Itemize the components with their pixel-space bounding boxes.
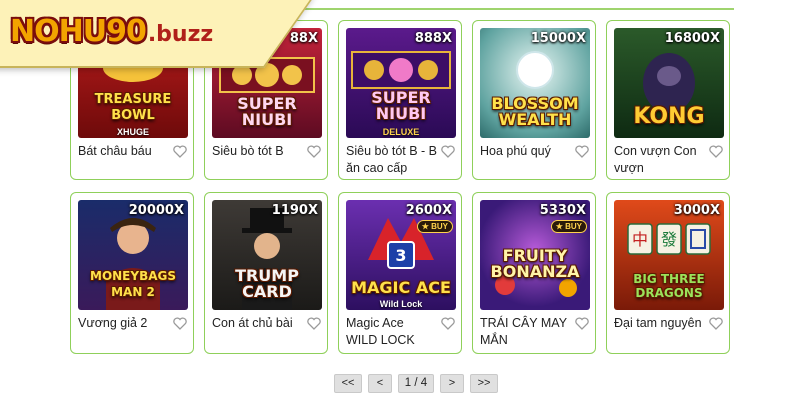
thumb-sub: Wild Lock <box>379 299 423 309</box>
game-card-magic-ace[interactable]: 3 2600X ★ BUY MAGIC ACE Wild Lock Magic … <box>338 192 462 354</box>
game-name[interactable]: Con át chủ bài <box>212 315 304 332</box>
heart-icon[interactable] <box>441 145 455 158</box>
multiplier-badge: 888X <box>414 31 452 46</box>
multiplier-badge: 5330X <box>539 203 586 218</box>
thumb-title: MAGIC ACE <box>351 278 451 297</box>
multiplier-badge: 1190X <box>271 203 318 218</box>
game-card-trump-card[interactable]: 1190X TRUMP CARD Con át chủ bài <box>204 192 328 354</box>
game-thumbnail[interactable]: 5330X ★ BUY FRUITY BONANZA <box>480 200 590 310</box>
first-page-button[interactable]: << <box>334 374 362 393</box>
thumb-sub: DELUXE <box>382 127 420 137</box>
heart-icon[interactable] <box>307 145 321 158</box>
site-logo[interactable]: NOHU90.buzz <box>10 14 213 49</box>
buy-badge: ★ BUY <box>550 220 587 233</box>
game-thumbnail[interactable]: 1190X TRUMP CARD <box>212 200 322 310</box>
logo-suffix-text: .buzz <box>147 22 214 47</box>
heart-icon[interactable] <box>709 145 723 158</box>
game-thumbnail[interactable]: 3 2600X ★ BUY MAGIC ACE Wild Lock <box>346 200 456 310</box>
game-thumbnail[interactable]: 20000X MONEYBAGS MAN 2 <box>78 200 188 310</box>
game-name[interactable]: Siêu bò tót B <box>212 143 304 160</box>
thumb-title: BIG THREE DRAGONS <box>633 272 705 300</box>
svg-text:中: 中 <box>632 230 648 249</box>
game-thumbnail[interactable]: 16800X KONG <box>614 28 724 138</box>
next-page-button[interactable]: > <box>440 374 464 393</box>
page-indicator: 1 / 4 <box>398 374 434 393</box>
game-thumbnail[interactable]: 中 發 3000X BIG THREE DRAGONS <box>614 200 724 310</box>
game-name[interactable]: Magic Ace WILD LOCK <box>346 315 438 349</box>
game-card-big-three-dragons[interactable]: 中 發 3000X BIG THREE DRAGONS Đại tam nguy… <box>606 192 730 354</box>
thumb-title: TREASURE BOWL <box>94 92 172 123</box>
multiplier-badge: 16800X <box>664 31 720 46</box>
svg-text:3: 3 <box>395 246 406 265</box>
game-card-fruity-bonanza[interactable]: 5330X ★ BUY FRUITY BONANZA TRÁI CÂY MAY … <box>472 192 596 354</box>
game-name[interactable]: TRÁI CÂY MAY MẮN <box>480 315 572 349</box>
game-card-moneybags-man[interactable]: 20000X MONEYBAGS MAN 2 Vương giả 2 <box>70 192 194 354</box>
game-card-blossom-wealth[interactable]: 15000X BLOSSOM WEALTH Hoa phú quý <box>472 20 596 180</box>
prev-page-button[interactable]: < <box>368 374 392 393</box>
thumb-title: SUPER NIUBI <box>237 94 297 129</box>
top-divider <box>250 8 734 10</box>
heart-icon[interactable] <box>575 145 589 158</box>
heart-icon[interactable] <box>173 317 187 330</box>
game-name[interactable]: Bát châu báu <box>78 143 170 160</box>
multiplier-badge: 20000X <box>128 203 184 218</box>
heart-icon[interactable] <box>307 317 321 330</box>
game-card-super-niubi-deluxe[interactable]: 888X SUPER NIUBI DELUXE Siêu bò tót B - … <box>338 20 462 180</box>
multiplier-badge: 3000X <box>673 203 720 218</box>
last-page-button[interactable]: >> <box>470 374 498 393</box>
thumb-title: BLOSSOM WEALTH <box>491 94 579 129</box>
buy-badge: ★ BUY <box>416 220 453 233</box>
thumb-title: MONEYBAGS MAN 2 <box>90 269 176 299</box>
thumb-title: FRUITY BONANZA <box>490 246 580 281</box>
thumb-sub: XHUGE <box>116 127 149 137</box>
heart-icon[interactable] <box>575 317 589 330</box>
game-name[interactable]: Hoa phú quý <box>480 143 572 160</box>
heart-icon[interactable] <box>173 145 187 158</box>
game-name[interactable]: Siêu bò tót B - B ăn cao cấp <box>346 143 438 177</box>
logo-main-text: NOHU90 <box>10 14 147 49</box>
game-card-kong[interactable]: 16800X KONG Con vượn Con vượn <box>606 20 730 180</box>
game-name[interactable]: Vương giả 2 <box>78 315 170 332</box>
thumb-title: KONG <box>633 104 705 129</box>
thumb-title: SUPER NIUBI <box>371 88 431 123</box>
multiplier-badge: 88X <box>289 31 318 46</box>
heart-icon[interactable] <box>441 317 455 330</box>
multiplier-badge: 15000X <box>530 31 586 46</box>
thumb-title: TRUMP CARD <box>235 266 299 301</box>
game-thumbnail[interactable]: 15000X BLOSSOM WEALTH <box>480 28 590 138</box>
heart-icon[interactable] <box>709 317 723 330</box>
game-thumbnail[interactable]: 888X SUPER NIUBI DELUXE <box>346 28 456 138</box>
game-name[interactable]: Đại tam nguyên <box>614 315 706 332</box>
game-grid: TREASURE BOWL XHUGE Bát châu báu 88X SUP… <box>70 20 738 360</box>
multiplier-badge: 2600X <box>405 203 452 218</box>
svg-text:發: 發 <box>661 230 677 249</box>
game-name[interactable]: Con vượn Con vượn <box>614 143 706 177</box>
